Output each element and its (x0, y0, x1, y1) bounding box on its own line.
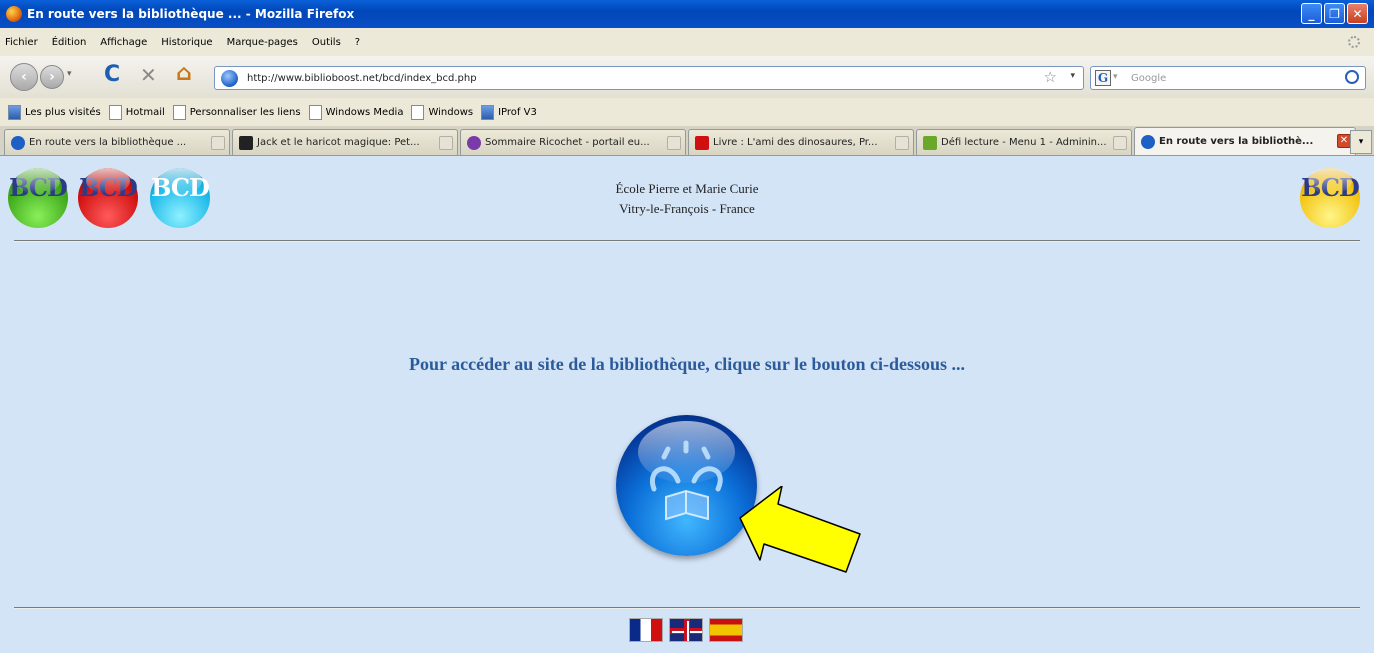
stop-button[interactable]: ✕ (140, 63, 157, 87)
firefox-icon (6, 6, 22, 22)
school-name: École Pierre et Marie Curie (615, 181, 759, 196)
tab-close-icon[interactable] (667, 136, 681, 150)
url-text: http://www.biblioboost.net/bcd/index_bcd… (247, 72, 477, 84)
menu-outils[interactable]: Outils (312, 37, 341, 48)
uk-flag-icon[interactable] (669, 618, 703, 642)
tab-close-icon[interactable] (211, 136, 225, 150)
bcd-logo-green: BCD (8, 168, 68, 228)
page-icon (308, 104, 322, 120)
menu-marque-pages[interactable]: Marque-pages (227, 37, 298, 48)
library-enter-button[interactable] (616, 415, 757, 556)
search-placeholder: Google (1131, 72, 1167, 84)
bookmark-hotmail[interactable]: Hotmail (108, 104, 165, 120)
tab-close-icon[interactable]: ✕ (1337, 134, 1351, 148)
pointing-arrow-icon (739, 486, 861, 573)
bcd-logo-yellow: BCD (1300, 168, 1360, 228)
tab-bar: En route vers la bibliothèque ... Jack e… (0, 126, 1374, 156)
book-site-icon (695, 135, 709, 150)
url-dropdown-icon[interactable]: ▾ (1070, 71, 1075, 81)
forward-arrow-icon: › (49, 69, 55, 85)
bookmark-label: Les plus visités (25, 106, 101, 118)
history-dropdown-icon[interactable]: ▾ (67, 69, 72, 79)
tab-label: En route vers la bibliothè... (1159, 136, 1314, 147)
throbber-icon (1348, 36, 1360, 48)
back-button[interactable]: ‹ (10, 63, 38, 91)
tab-label: Sommaire Ricochet - portail eu... (485, 137, 650, 148)
home-button[interactable]: ⌂ (176, 61, 192, 86)
window-titlebar: En route vers la bibliothèque ... - Mozi… (0, 0, 1374, 28)
tab-label: En route vers la bibliothèque ... (29, 137, 187, 148)
tab-jack-haricot[interactable]: Jack et le haricot magique: Pet... (232, 129, 458, 155)
navigation-toolbar: ‹ › ▾ C ✕ ⌂ http://www.biblioboost.net/b… (0, 56, 1374, 98)
page-icon (172, 104, 186, 120)
language-selector (629, 618, 743, 642)
ricochet-icon (467, 135, 481, 150)
header-divider (14, 240, 1360, 242)
tab-list-button[interactable]: ▾ (1350, 130, 1372, 154)
bookmark-label: Personnaliser les liens (189, 106, 301, 118)
iprof-icon (481, 104, 495, 120)
bookmark-windows[interactable]: Windows (411, 104, 474, 120)
menu-bar: Fichier Édition Affichage Historique Mar… (0, 28, 1374, 56)
bookmark-label: Hotmail (125, 106, 165, 118)
bookmark-windows-media[interactable]: Windows Media (308, 104, 404, 120)
search-bar[interactable]: G ▾ Google (1090, 66, 1366, 90)
back-arrow-icon: ‹ (21, 69, 27, 85)
tab-bibliotheque-1[interactable]: En route vers la bibliothèque ... (4, 129, 230, 155)
menu-fichier[interactable]: Fichier (5, 37, 38, 48)
bookmark-iprof[interactable]: IProf V3 (481, 104, 537, 120)
tab-close-icon[interactable] (1113, 136, 1127, 150)
menu-historique[interactable]: Historique (161, 37, 212, 48)
close-window-button[interactable]: ✕ (1347, 3, 1368, 24)
bookmark-label: Windows (428, 106, 474, 118)
bookmark-personnaliser-liens[interactable]: Personnaliser les liens (172, 104, 301, 120)
french-flag-icon[interactable] (629, 618, 663, 642)
engine-dropdown-icon[interactable]: ▾ (1113, 72, 1118, 82)
bcd-logo-cyan: BCD (150, 168, 210, 228)
globe-icon (1141, 134, 1155, 149)
bookmark-label: Windows Media (325, 106, 404, 118)
bookmark-plus-visites[interactable]: Les plus visités (8, 104, 101, 120)
page-icon (411, 104, 425, 120)
tab-close-icon[interactable] (439, 136, 453, 150)
defi-lecture-icon (923, 135, 937, 150)
window-title: En route vers la bibliothèque ... - Mozi… (27, 7, 355, 21)
site-globe-icon (221, 70, 238, 87)
menu-edition[interactable]: Édition (52, 37, 87, 48)
amazon-icon (239, 135, 253, 150)
minimize-button[interactable]: _ (1301, 3, 1322, 24)
tab-defi-lecture[interactable]: Défi lecture - Menu 1 - Adminin... (916, 129, 1132, 155)
page-content: BCD BCD BCD BCD École Pierre et Marie Cu… (0, 156, 1374, 653)
reader-icon (649, 440, 723, 521)
globe-icon (11, 135, 25, 150)
instruction-headline: Pour accéder au site de la bibliothèque,… (408, 354, 966, 374)
window-controls: _ ❐ ✕ (1301, 3, 1368, 24)
google-engine-icon[interactable]: G (1095, 70, 1111, 86)
bookmark-label: IProf V3 (498, 106, 537, 118)
menu-help[interactable]: ? (355, 37, 360, 48)
school-location: Vitry-le-François - France (619, 201, 755, 216)
bookmarks-toolbar: Les plus visités Hotmail Personnaliser l… (0, 98, 1374, 126)
page-icon (108, 104, 122, 120)
forward-button[interactable]: › (40, 65, 64, 89)
spanish-flag-icon[interactable] (709, 618, 743, 642)
maximize-button[interactable]: ❐ (1324, 3, 1345, 24)
bcd-logo-red: BCD (78, 168, 138, 228)
tab-bibliotheque-active[interactable]: En route vers la bibliothè... ✕ (1134, 127, 1356, 155)
url-bar[interactable]: http://www.biblioboost.net/bcd/index_bcd… (214, 66, 1084, 90)
tab-ricochet[interactable]: Sommaire Ricochet - portail eu... (460, 129, 686, 155)
tab-ami-dinosaures[interactable]: Livre : L'ami des dinosaures, Pr... (688, 129, 914, 155)
tab-label: Défi lecture - Menu 1 - Adminin... (941, 137, 1107, 148)
reload-button[interactable]: C (104, 62, 120, 87)
menu-affichage[interactable]: Affichage (100, 37, 147, 48)
bookmark-folder-icon (8, 104, 21, 120)
tab-label: Livre : L'ami des dinosaures, Pr... (713, 137, 878, 148)
bookmark-star-icon[interactable]: ☆ (1044, 68, 1057, 86)
tab-label: Jack et le haricot magique: Pet... (257, 137, 420, 148)
tab-close-icon[interactable] (895, 136, 909, 150)
search-icon[interactable] (1345, 70, 1359, 84)
footer-divider (14, 607, 1360, 609)
